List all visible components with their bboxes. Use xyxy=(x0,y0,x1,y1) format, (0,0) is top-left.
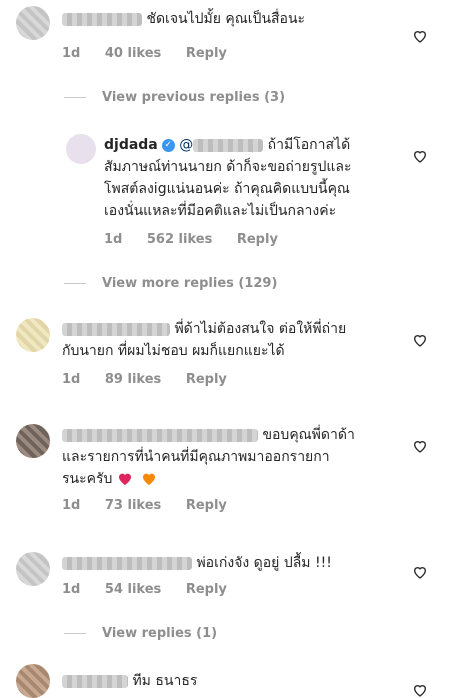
username[interactable]: djdada xyxy=(104,137,158,153)
username-blurred[interactable] xyxy=(62,428,258,442)
view-replies-label[interactable]: View replies (1) xyxy=(102,626,217,641)
timestamp: 1d xyxy=(62,46,81,61)
heart-outline-icon[interactable] xyxy=(412,28,428,44)
comment-text: djdada ✓ @ ถ้ามีโอกาสได้ สัมภาษณ์ท่านนายก… xyxy=(104,134,404,222)
comment-meta: 1d 89 likes Reply xyxy=(62,372,247,387)
likes-count[interactable]: 73 likes xyxy=(105,498,161,513)
heart-outline-icon[interactable] xyxy=(412,148,428,164)
username-blurred[interactable] xyxy=(62,674,128,688)
mention-blurred[interactable] xyxy=(193,138,264,152)
reply-button[interactable]: Reply xyxy=(186,498,227,513)
username-blurred[interactable] xyxy=(62,322,170,336)
avatar[interactable] xyxy=(16,552,50,586)
reply-button[interactable]: Reply xyxy=(186,582,227,597)
timestamp: 1d xyxy=(62,498,81,513)
comment-line: สัมภาษณ์ท่านนายก ด้าก็จะขอถ่ายรูปและ xyxy=(104,159,352,175)
view-more-replies[interactable]: View more replies (129) xyxy=(64,276,277,291)
comment-text: พ่อเก่งจัง ดูอยู่ ปลื้ม !!! xyxy=(62,552,332,574)
reply-button[interactable]: Reply xyxy=(186,46,227,61)
comment-body: ทีม ธนาธร xyxy=(132,673,198,689)
view-previous-replies[interactable]: View previous replies (3) xyxy=(64,90,285,105)
comment-line: ขอบคุณพี่ดาด้า xyxy=(262,427,355,443)
avatar-djdada[interactable] xyxy=(66,134,96,164)
comment-text: ทีม ธนาธร xyxy=(62,670,197,692)
comment-line: กับนายก ที่ผมไม่ชอบ ผมก็แยกแยะได้ xyxy=(62,343,285,359)
comment-meta: 1d 562 likes Reply xyxy=(104,232,298,247)
comment-text: ชัดเจนไปมั้ย คุณเป็นสื่อนะ xyxy=(62,8,305,30)
comment-line: ถ้ามีโอกาสได้ xyxy=(267,137,351,153)
timestamp: 1d xyxy=(62,372,81,387)
reply-button[interactable]: Reply xyxy=(186,372,227,387)
mention[interactable]: @ xyxy=(179,137,193,153)
comment-meta: 1d 54 likes Reply xyxy=(62,582,247,597)
username-blurred[interactable] xyxy=(62,12,142,26)
avatar[interactable] xyxy=(16,424,50,458)
comment-text: พี่ด้าไม่ต้องสนใจ ต่อให้พี่ถ่าย กับนายก … xyxy=(62,318,346,362)
view-previous-label[interactable]: View previous replies (3) xyxy=(102,90,285,105)
comment-line: รนะครับ xyxy=(62,471,113,487)
comment-line: และรายการที่นำคนที่มีคุณภาพมาออกรายกา xyxy=(62,449,330,465)
timestamp: 1d xyxy=(62,582,81,597)
red-heart-emoji-icon xyxy=(118,473,131,485)
comment-meta: 1d 73 likes Reply xyxy=(62,498,247,513)
likes-count[interactable]: 562 likes xyxy=(147,232,212,247)
comment-body: พ่อเก่งจัง ดูอยู่ ปลื้ม !!! xyxy=(196,555,332,571)
divider xyxy=(64,283,86,284)
divider xyxy=(64,633,86,634)
verified-badge-icon: ✓ xyxy=(161,138,175,152)
comment-line: เองนั่นแหละที่มีอคติและไม่เป็นกลางค่ะ xyxy=(104,203,337,219)
avatar[interactable] xyxy=(16,318,50,352)
comment-text: ขอบคุณพี่ดาด้า และรายการที่นำคนที่มีคุณภ… xyxy=(62,424,355,490)
view-replies[interactable]: View replies (1) xyxy=(64,626,217,641)
comment-body: ชัดเจนไปมั้ย คุณเป็นสื่อนะ xyxy=(146,11,306,27)
divider xyxy=(64,97,86,98)
likes-count[interactable]: 54 likes xyxy=(105,582,161,597)
comment-line: พี่ด้าไม่ต้องสนใจ ต่อให้พี่ถ่าย xyxy=(174,321,347,337)
timestamp: 1d xyxy=(104,232,123,247)
view-more-label[interactable]: View more replies (129) xyxy=(102,276,277,291)
heart-outline-icon[interactable] xyxy=(412,564,428,580)
likes-count[interactable]: 89 likes xyxy=(105,372,161,387)
avatar[interactable] xyxy=(16,664,50,698)
comment-meta: 1d 40 likes Reply xyxy=(62,46,247,61)
comment-line: โพสต์ลงigแน่นอนค่ะ ถ้าคุณคิดแบบนี้คุณ xyxy=(104,181,350,197)
avatar[interactable] xyxy=(16,6,50,40)
orange-heart-emoji-icon xyxy=(143,473,156,485)
username-blurred[interactable] xyxy=(62,556,192,570)
heart-outline-icon[interactable] xyxy=(412,438,428,454)
likes-count[interactable]: 40 likes xyxy=(105,46,161,61)
heart-outline-icon[interactable] xyxy=(412,332,428,348)
reply-button[interactable]: Reply xyxy=(237,232,278,247)
